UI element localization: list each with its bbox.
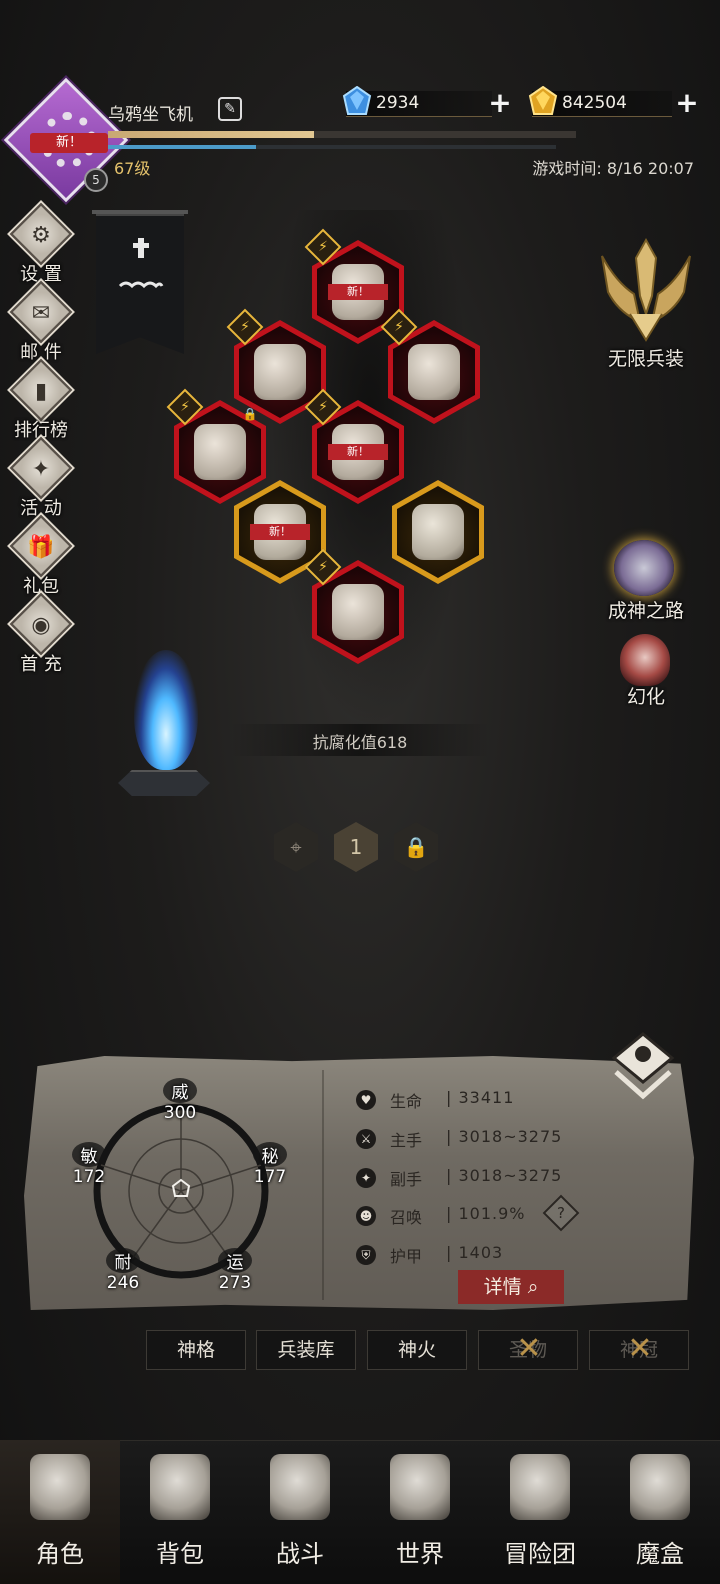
menu-mail[interactable]: ✉ 邮 件 bbox=[6, 280, 76, 366]
resist-corruption-value: 抗腐化值618 bbox=[312, 733, 408, 752]
backpack-icon bbox=[150, 1454, 210, 1520]
chain-lock-icon: ✕ bbox=[516, 1331, 542, 1366]
experience-bar bbox=[108, 131, 576, 138]
secondary-bar-fill bbox=[108, 145, 256, 149]
new-badge: 新！ bbox=[328, 444, 388, 460]
nav-character[interactable]: 角色 bbox=[0, 1440, 120, 1584]
banner-rod bbox=[92, 210, 188, 214]
summon-icon: ☻ bbox=[356, 1206, 376, 1226]
new-badge: 新！ bbox=[328, 284, 388, 300]
heart-icon: ♥ bbox=[356, 1090, 376, 1110]
menu-events[interactable]: ✦ 活 动 bbox=[6, 436, 76, 522]
stat-mi: 秘 177 bbox=[245, 1142, 295, 1187]
castle-icon bbox=[510, 1454, 570, 1520]
attr-main-hand: ⚔ 主手 | 3018~3275 bbox=[356, 1127, 676, 1153]
off-hand-icon: ✦ bbox=[356, 1168, 376, 1188]
help-icon: ? bbox=[557, 1204, 565, 1222]
mail-icon: ✉ bbox=[31, 301, 51, 326]
player-level: 67级 bbox=[114, 159, 151, 178]
lock-icon: 🔒 bbox=[242, 407, 258, 421]
gold-currency: 842504 bbox=[528, 86, 672, 117]
belt-item-icon bbox=[194, 424, 246, 480]
off-hand-item-icon bbox=[412, 504, 464, 560]
secondary-bar bbox=[108, 145, 556, 149]
armor-icon: ⛨ bbox=[356, 1245, 376, 1265]
shoulder-item-icon bbox=[254, 344, 306, 400]
menu-first-charge[interactable]: ◉ 首 充 bbox=[6, 592, 76, 678]
stat-nai: 耐 246 bbox=[98, 1248, 148, 1293]
sword-shield-icon bbox=[270, 1454, 330, 1520]
equip-slot-legs[interactable]: ⚡ bbox=[304, 548, 404, 664]
menu-ranking[interactable]: ▮ 排行榜 bbox=[6, 358, 76, 444]
first-charge-icon: ◉ bbox=[31, 613, 51, 638]
menu-settings[interactable]: ⚙ 设 置 bbox=[6, 202, 76, 288]
guild-emblem-icon bbox=[118, 230, 164, 289]
tab-divinity[interactable]: 神格 bbox=[146, 1330, 246, 1370]
edit-name-icon[interactable]: ✎ bbox=[218, 97, 242, 121]
ranking-icon: ▮ bbox=[34, 379, 48, 404]
gift-icon: 🎁 bbox=[27, 535, 55, 560]
menu-first-charge-label: 首 充 bbox=[20, 654, 62, 675]
blue-crystal-icon bbox=[342, 86, 372, 115]
attr-summon: ☻ 召唤 | 101.9% bbox=[356, 1204, 676, 1230]
transform-label: 幻化 bbox=[626, 686, 665, 708]
gear-icon: ⚙ bbox=[31, 223, 51, 248]
locked-page-lock-icon[interactable]: 🔒 bbox=[394, 822, 438, 872]
tab-relic[interactable]: 圣物 ✕ bbox=[478, 1330, 578, 1370]
equip-page-1[interactable]: 1 bbox=[334, 822, 378, 872]
nav-battle[interactable]: 战斗 bbox=[240, 1440, 360, 1584]
world-map-icon bbox=[390, 1454, 450, 1520]
stat-min: 敏 172 bbox=[64, 1142, 114, 1187]
magnifier-icon: ⌕ bbox=[521, 1276, 539, 1298]
attr-armor: ⛨ 护甲 | 1403 bbox=[356, 1243, 676, 1269]
stats-detail-button[interactable]: 详情 ⌕ bbox=[458, 1270, 564, 1304]
nav-backpack[interactable]: 背包 bbox=[120, 1440, 240, 1584]
stat-wei: 威 300 bbox=[155, 1078, 205, 1123]
add-diamond-button[interactable]: + bbox=[487, 89, 513, 117]
chain-lock-icon: ✕ bbox=[627, 1331, 653, 1366]
flame-pedestal bbox=[118, 770, 210, 796]
transform-icon[interactable] bbox=[620, 634, 670, 686]
main-hand-icon: ⚔ bbox=[356, 1129, 376, 1149]
game-time: 游戏时间: 8/16 20:07 bbox=[532, 159, 694, 178]
tab-divine-fire[interactable]: 神火 bbox=[367, 1330, 467, 1370]
godhood-label: 成神之路 bbox=[607, 600, 684, 622]
equip-slot-off-hand[interactable] bbox=[392, 480, 484, 584]
helmet-icon bbox=[30, 1454, 90, 1520]
nav-adventure-team[interactable]: 冒险团 bbox=[480, 1440, 600, 1584]
infinite-arms-icon[interactable] bbox=[596, 236, 696, 344]
legs-item-icon bbox=[332, 584, 384, 640]
attr-off-hand: ✦ 副手 | 3018~3275 bbox=[356, 1166, 676, 1192]
tab-armory[interactable]: 兵装库 bbox=[256, 1330, 356, 1370]
gold-value: 842504 bbox=[562, 93, 627, 113]
avatar-new-badge: 新！ bbox=[30, 133, 108, 153]
godhood-icon[interactable] bbox=[614, 540, 674, 596]
stat-yun: 运 273 bbox=[210, 1248, 260, 1293]
diamond-value: 2934 bbox=[376, 93, 420, 113]
gold-crystal-icon bbox=[528, 86, 558, 115]
diamond-currency: 2934 bbox=[342, 86, 492, 117]
menu-gift-pack[interactable]: 🎁 礼包 bbox=[6, 514, 76, 600]
necklace-item-icon bbox=[408, 344, 460, 400]
add-gold-button[interactable]: + bbox=[674, 89, 700, 117]
nav-world[interactable]: 世界 bbox=[360, 1440, 480, 1584]
panel-collapse-icon[interactable] bbox=[610, 1030, 676, 1102]
new-badge: 新！ bbox=[250, 524, 310, 540]
infinite-arms-label: 无限兵装 bbox=[607, 348, 684, 370]
nav-magic-box[interactable]: 魔盒 bbox=[600, 1440, 720, 1584]
event-icon: ✦ bbox=[31, 457, 51, 482]
player-rank-badge: 5 bbox=[84, 168, 108, 192]
stats-divider bbox=[322, 1070, 324, 1300]
map-pin-icon[interactable]: ⌖ bbox=[274, 822, 318, 872]
magic-box-icon bbox=[630, 1454, 690, 1520]
tab-divine-crown[interactable]: 神冠 ✕ bbox=[589, 1330, 689, 1370]
blue-soul-flame-icon[interactable] bbox=[134, 650, 198, 770]
player-name: 乌鸦坐飞机 bbox=[108, 105, 193, 125]
experience-bar-fill bbox=[108, 131, 314, 138]
